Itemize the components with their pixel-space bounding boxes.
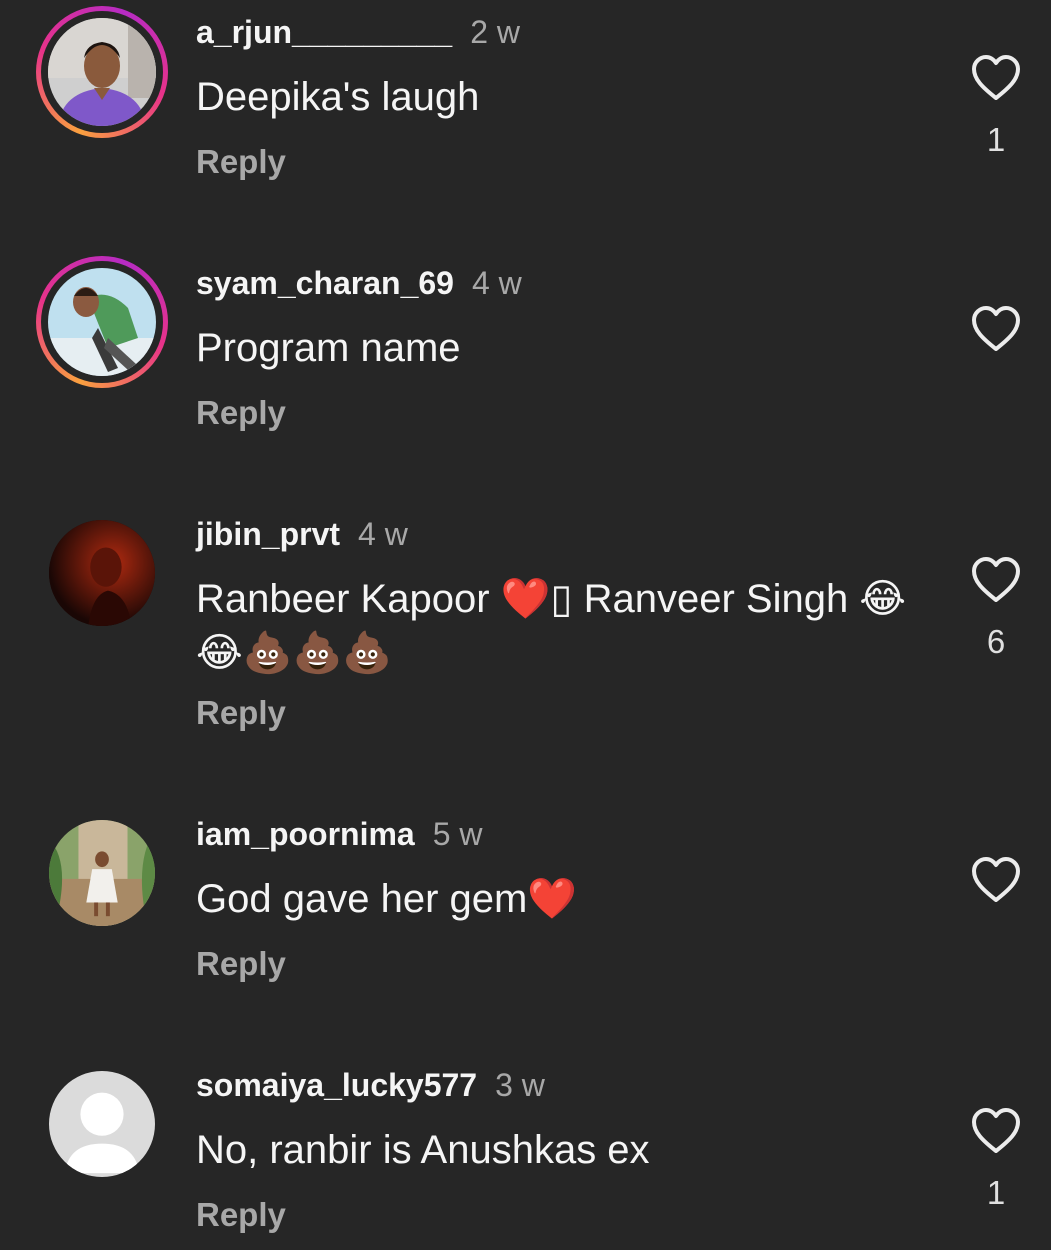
avatar[interactable] (36, 256, 168, 388)
comment-text: God gave her gem❤️ (196, 877, 578, 921)
reply-button[interactable]: Reply (196, 693, 286, 733)
avatar-image (48, 268, 156, 376)
like-button[interactable] (970, 556, 1022, 604)
heart-outline-icon (972, 55, 1020, 100)
comment-header: jibin_prvt 4 w (196, 514, 408, 554)
heart-outline-icon (972, 557, 1020, 602)
comment-header: a_rjun_________ 2 w (196, 12, 520, 52)
avatar[interactable] (36, 807, 168, 939)
comment-text-line: Ranbeer Kapoor ❤️▯ Ranveer Singh 😂 (196, 577, 907, 621)
comment-header: syam_charan_69 4 w (196, 263, 522, 303)
avatar-image (49, 820, 155, 926)
timestamp: 4 w (471, 265, 522, 301)
reply-button[interactable]: Reply (196, 1195, 286, 1235)
reply-button[interactable]: Reply (196, 142, 286, 182)
like-count: 6 (986, 623, 1006, 660)
comment-text: Ranbeer Kapoor ❤️▯ Ranveer Singh 😂 😂💩💩💩 (196, 572, 936, 680)
comment-text: Deepika's laugh (196, 75, 480, 119)
heart-outline-icon (972, 1108, 1020, 1153)
reply-button[interactable]: Reply (196, 944, 286, 984)
like-count: 1 (986, 1174, 1006, 1211)
timestamp: 5 w (432, 816, 483, 852)
timestamp: 2 w (470, 14, 520, 50)
avatar[interactable] (36, 1058, 168, 1190)
username[interactable]: a_rjun_________ (196, 14, 452, 50)
avatar[interactable] (36, 6, 168, 138)
comment-header: iam_poornima 5 w (196, 814, 483, 854)
like-button[interactable] (970, 1107, 1022, 1155)
username[interactable]: iam_poornima (196, 816, 415, 852)
default-avatar-icon (49, 1071, 155, 1177)
timestamp: 4 w (358, 516, 408, 552)
username[interactable]: syam_charan_69 (196, 265, 454, 301)
reply-button[interactable]: Reply (196, 393, 286, 433)
username[interactable]: somaiya_lucky577 (196, 1067, 477, 1103)
heart-outline-icon (972, 857, 1020, 902)
comment-text: No, ranbir is Anushkas ex (196, 1128, 650, 1172)
comment-text-line: 😂💩💩💩 (196, 631, 393, 675)
timestamp: 3 w (495, 1067, 545, 1103)
comment-header: somaiya_lucky577 3 w (196, 1065, 545, 1105)
username[interactable]: jibin_prvt (196, 516, 340, 552)
comment-text: Program name (196, 326, 461, 370)
avatar[interactable] (36, 507, 168, 639)
like-button[interactable] (970, 305, 1022, 353)
avatar-image (49, 520, 155, 626)
like-button[interactable] (970, 856, 1022, 904)
like-button[interactable] (970, 54, 1022, 102)
like-count: 1 (986, 121, 1006, 158)
avatar-image (48, 18, 156, 126)
heart-outline-icon (972, 306, 1020, 351)
